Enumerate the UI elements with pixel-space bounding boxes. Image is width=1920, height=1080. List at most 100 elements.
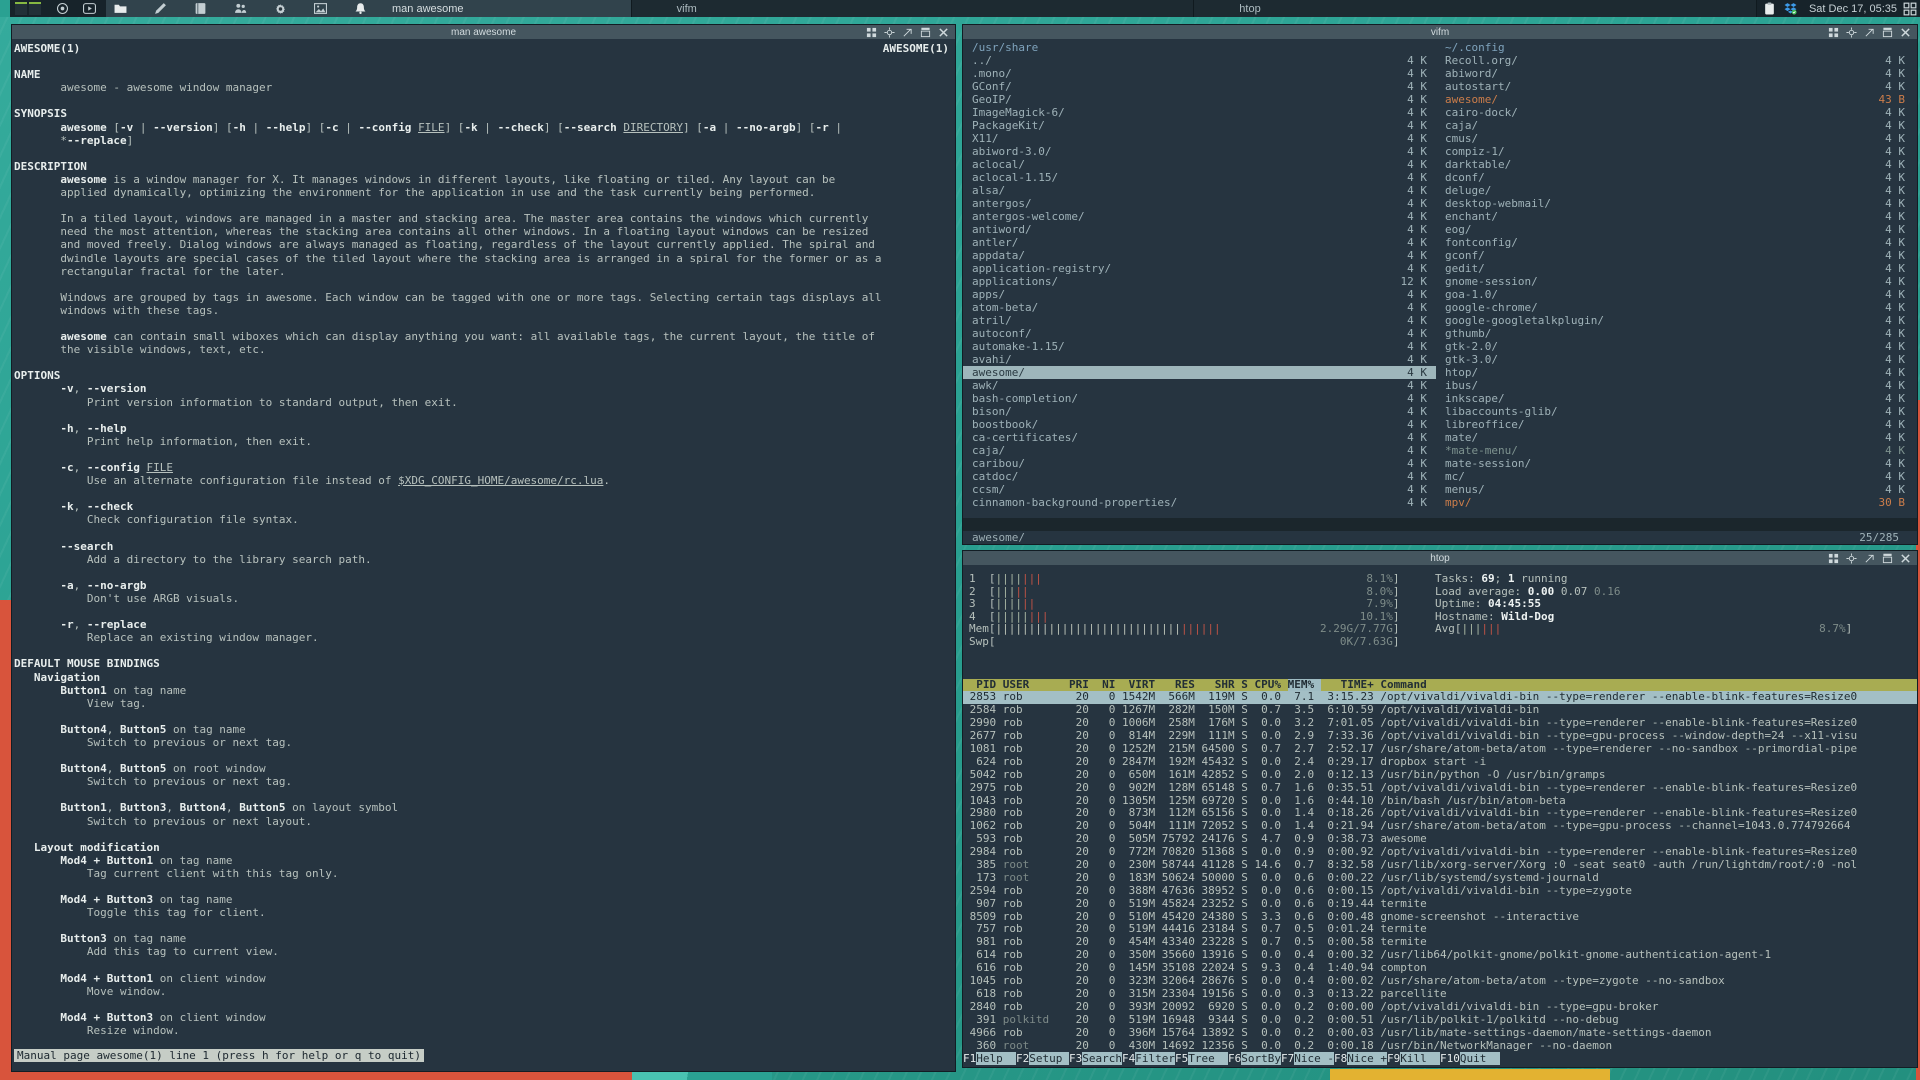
- file-row[interactable]: ibus/4 K: [1436, 379, 1917, 392]
- file-row[interactable]: inkscape/4 K: [1436, 392, 1917, 405]
- file-row[interactable]: aclocal-1.15/4 K: [963, 171, 1436, 184]
- pencil-icon[interactable]: [154, 2, 167, 15]
- file-row[interactable]: eog/4 K: [1436, 223, 1917, 236]
- file-row[interactable]: awesome/43 B: [1436, 93, 1917, 106]
- file-row[interactable]: gconf/4 K: [1436, 249, 1917, 262]
- file-row[interactable]: caribou/4 K: [963, 457, 1436, 470]
- process-row[interactable]: 1043 rob 20 0 1305M 125M 69720 S 0.0 1.6…: [963, 795, 1917, 808]
- function-key-button[interactable]: Nice -: [1294, 1052, 1334, 1065]
- tag-indicator[interactable]: [15, 2, 27, 15]
- function-key-button[interactable]: Kill: [1400, 1052, 1440, 1065]
- file-row[interactable]: atom-beta/4 K: [963, 301, 1436, 314]
- maximize-icon[interactable]: [920, 27, 931, 38]
- float-icon[interactable]: [1846, 26, 1857, 38]
- process-row[interactable]: 360 root 20 0 430M 14692 12356 S 0.0 0.2…: [963, 1040, 1917, 1053]
- function-key-button[interactable]: Nice +: [1347, 1052, 1387, 1065]
- process-row[interactable]: 618 rob 20 0 315M 23304 19156 S 0.0 0.3 …: [963, 988, 1917, 1001]
- file-row[interactable]: antiword/4 K: [963, 223, 1436, 236]
- file-row[interactable]: cmus/4 K: [1436, 132, 1917, 145]
- process-row[interactable]: 385 root 20 0 230M 58744 41128 S 14.6 0.…: [963, 859, 1917, 872]
- process-row[interactable]: 8509 rob 20 0 510M 45420 24380 S 3.3 0.6…: [963, 911, 1917, 924]
- folder-icon[interactable]: [114, 2, 127, 15]
- file-row[interactable]: boostbook/4 K: [963, 418, 1436, 431]
- process-row[interactable]: 1045 rob 20 0 323M 32064 28676 S 0.0 0.4…: [963, 975, 1917, 988]
- file-row[interactable]: mc/4 K: [1436, 470, 1917, 483]
- video-icon[interactable]: [83, 2, 96, 15]
- file-row[interactable]: catdoc/4 K: [963, 470, 1436, 483]
- process-row[interactable]: 2990 rob 20 0 1006M 258M 176M S 0.0 3.2 …: [963, 717, 1917, 730]
- process-row[interactable]: 757 rob 20 0 519M 44416 23184 S 0.7 0.5 …: [963, 923, 1917, 936]
- file-row[interactable]: antergos/4 K: [963, 197, 1436, 210]
- file-row[interactable]: dconf/4 K: [1436, 171, 1917, 184]
- function-key-button[interactable]: Tree: [1188, 1052, 1228, 1065]
- file-row[interactable]: .mono/4 K: [963, 67, 1436, 80]
- users-icon[interactable]: [234, 2, 247, 15]
- file-row[interactable]: apps/4 K: [963, 288, 1436, 301]
- file-row[interactable]: GConf/4 K: [963, 80, 1436, 93]
- process-row[interactable]: 391 polkitd 20 0 519M 16948 9344 S 0.0 0…: [963, 1014, 1917, 1027]
- file-row[interactable]: gthumb/4 K: [1436, 327, 1917, 340]
- file-row[interactable]: atril/4 K: [963, 314, 1436, 327]
- file-row[interactable]: mate/4 K: [1436, 431, 1917, 444]
- file-row[interactable]: menus/4 K: [1436, 483, 1917, 496]
- process-row[interactable]: 2584 rob 20 0 1267M 282M 150M S 0.7 3.5 …: [963, 704, 1917, 717]
- file-row[interactable]: X11/4 K: [963, 132, 1436, 145]
- file-row[interactable]: google-chrome/4 K: [1436, 301, 1917, 314]
- file-row[interactable]: ca-certificates/4 K: [963, 431, 1436, 444]
- file-row[interactable]: bash-completion/4 K: [963, 392, 1436, 405]
- tile-layout-icon[interactable]: [866, 27, 877, 38]
- file-row[interactable]: cairo-dock/4 K: [1436, 106, 1917, 119]
- function-key-button[interactable]: Help: [976, 1052, 1016, 1065]
- file-row[interactable]: appdata/4 K: [963, 249, 1436, 262]
- dropbox-icon[interactable]: [1784, 2, 1797, 15]
- process-row[interactable]: 2677 rob 20 0 814M 229M 111M S 0.0 2.9 7…: [963, 730, 1917, 743]
- tile-layout-icon[interactable]: [1828, 553, 1839, 564]
- process-row[interactable]: 614 rob 20 0 350M 35660 13916 S 0.0 0.4 …: [963, 949, 1917, 962]
- window-titlebar[interactable]: htop: [963, 551, 1917, 565]
- file-row[interactable]: PackageKit/4 K: [963, 119, 1436, 132]
- tag-indicator-active[interactable]: [0, 0, 10, 17]
- file-row[interactable]: applications/12 K: [963, 275, 1436, 288]
- process-row[interactable]: 2594 rob 20 0 388M 47636 38952 S 0.0 0.6…: [963, 885, 1917, 898]
- file-row[interactable]: fontconfig/4 K: [1436, 236, 1917, 249]
- ontop-icon[interactable]: [902, 27, 913, 38]
- taskbar-item-vifm[interactable]: vifm: [631, 0, 1195, 17]
- file-row[interactable]: ImageMagick-6/4 K: [963, 106, 1436, 119]
- close-icon[interactable]: [1900, 553, 1911, 564]
- file-row[interactable]: mate-session/4 K: [1436, 457, 1917, 470]
- file-row[interactable]: alsa/4 K: [963, 184, 1436, 197]
- file-row[interactable]: cinnamon-background-properties/4 K: [963, 496, 1436, 509]
- file-row[interactable]: goa-1.0/4 K: [1436, 288, 1917, 301]
- process-row[interactable]: 2984 rob 20 0 772M 70820 51368 S 0.0 0.9…: [963, 846, 1917, 859]
- file-row[interactable]: gtk-3.0/4 K: [1436, 353, 1917, 366]
- file-row[interactable]: caja/4 K: [1436, 119, 1917, 132]
- window-titlebar[interactable]: vifm: [963, 25, 1917, 39]
- close-icon[interactable]: [1900, 27, 1911, 38]
- file-row[interactable]: *mate-menu/4 K: [1436, 444, 1917, 457]
- function-key-button[interactable]: Quit: [1459, 1052, 1500, 1065]
- process-row[interactable]: 624 rob 20 0 2847M 192M 45432 S 0.0 2.4 …: [963, 756, 1917, 769]
- file-row[interactable]: gtk-2.0/4 K: [1436, 340, 1917, 353]
- process-row[interactable]: 2980 rob 20 0 873M 112M 65156 S 0.0 1.4 …: [963, 807, 1917, 820]
- file-row[interactable]: abiword-3.0/4 K: [963, 145, 1436, 158]
- function-key-button[interactable]: Filter: [1135, 1052, 1175, 1065]
- file-row[interactable]: google-googletalkplugin/4 K: [1436, 314, 1917, 327]
- taskbar-item-htop[interactable]: htop: [1194, 0, 1757, 17]
- file-row[interactable]: awk/4 K: [963, 379, 1436, 392]
- process-row[interactable]: 173 root 20 0 183M 50624 50000 S 0.0 0.6…: [963, 872, 1917, 885]
- process-row[interactable]: 907 rob 20 0 519M 45824 23252 S 0.0 0.6 …: [963, 898, 1917, 911]
- file-row[interactable]: deluge/4 K: [1436, 184, 1917, 197]
- file-row[interactable]: darktable/4 K: [1436, 158, 1917, 171]
- process-row[interactable]: 616 rob 20 0 145M 35108 22024 S 9.3 0.4 …: [963, 962, 1917, 975]
- file-row[interactable]: antergos-welcome/4 K: [963, 210, 1436, 223]
- bell-icon[interactable]: [354, 2, 367, 15]
- window-titlebar[interactable]: man awesome: [12, 25, 955, 39]
- process-row[interactable]: 593 rob 20 0 505M 75792 24176 S 4.7 0.9 …: [963, 833, 1917, 846]
- file-row[interactable]: desktop-webmail/4 K: [1436, 197, 1917, 210]
- file-row[interactable]: application-registry/4 K: [963, 262, 1436, 275]
- tile-layout-icon[interactable]: [1828, 27, 1839, 38]
- image-icon[interactable]: [314, 2, 327, 15]
- location-icon[interactable]: [56, 2, 69, 15]
- file-row[interactable]: mpv/30 B: [1436, 496, 1917, 509]
- process-row[interactable]: 2840 rob 20 0 393M 20092 6920 S 0.0 0.2 …: [963, 1001, 1917, 1014]
